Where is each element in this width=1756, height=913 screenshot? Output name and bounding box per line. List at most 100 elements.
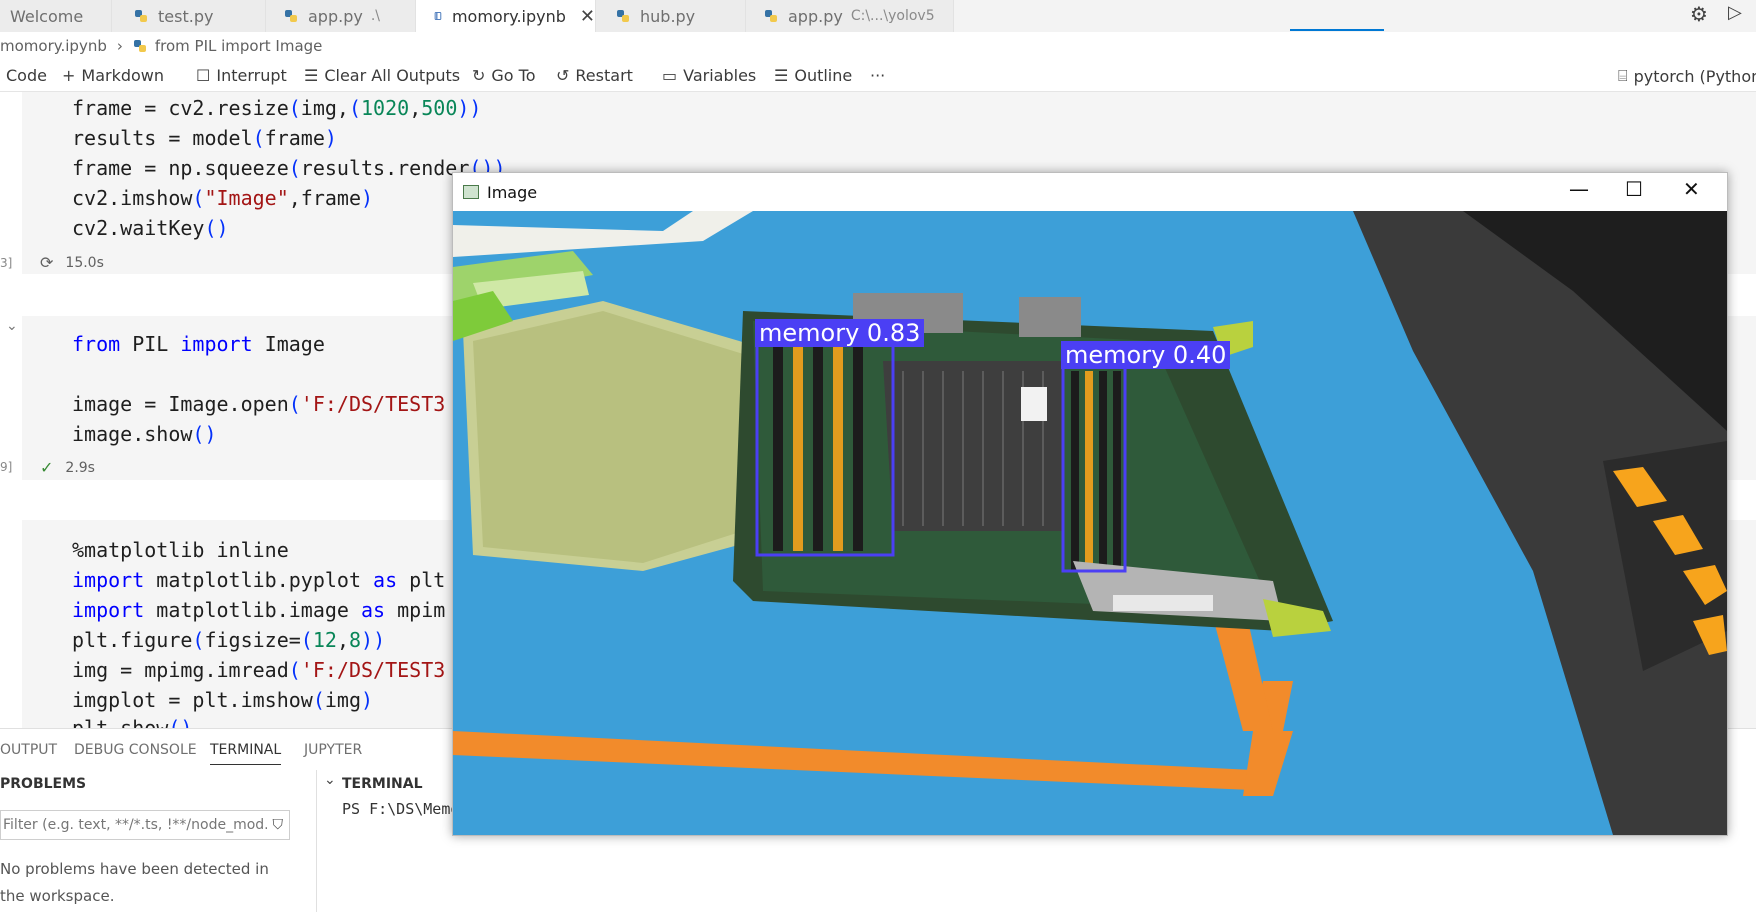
go-to-label: Go To bbox=[491, 66, 536, 85]
code-line: img = mpimg.imread('F:/DS/TEST3 bbox=[72, 658, 446, 682]
go-to-button[interactable]: ↻ Go To bbox=[472, 66, 536, 85]
add-markdown-button[interactable]: + Markdown bbox=[62, 66, 164, 85]
panel-divider bbox=[316, 770, 317, 912]
code-line: cv2.imshow("Image",frame) bbox=[72, 186, 374, 210]
outline-button[interactable]: ☰ Outline bbox=[774, 66, 852, 85]
image-view: memory 0.83 memory 0.40 bbox=[453, 211, 1727, 835]
tab-terminal[interactable]: TERMINAL bbox=[210, 742, 282, 765]
stop-icon: ☐ bbox=[196, 66, 211, 85]
problems-header: PROBLEMS bbox=[0, 776, 87, 792]
minimize-icon[interactable]: — bbox=[1569, 177, 1589, 201]
add-markdown-label: Markdown bbox=[81, 66, 165, 85]
variables-icon: ▭ bbox=[662, 66, 678, 85]
filter-icon[interactable]: ⛉ bbox=[273, 817, 284, 833]
detection-label: memory 0.83 bbox=[755, 319, 925, 347]
outline-icon: ☰ bbox=[774, 66, 789, 85]
python-file-icon bbox=[285, 10, 297, 22]
code-line: import matplotlib.image as mpim bbox=[72, 598, 446, 622]
tab-label: hub.py bbox=[640, 6, 696, 26]
code-line: %matplotlib inline bbox=[72, 538, 289, 562]
code-line: plt.figure(figsize=(12,8)) bbox=[72, 628, 386, 652]
tab-label: app.py bbox=[788, 6, 843, 26]
plus-icon: + bbox=[62, 66, 76, 85]
chevron-down-icon[interactable]: ⌄ bbox=[6, 318, 18, 334]
code-line: imgplot = plt.imshow(img) bbox=[72, 688, 374, 712]
python-file-icon bbox=[617, 10, 629, 22]
kernel-picker[interactable]: ⌸ pytorch (Python bbox=[1618, 66, 1756, 86]
execution-count: 3] bbox=[0, 256, 13, 270]
tab-debug-console[interactable]: DEBUG CONSOLE bbox=[74, 742, 197, 758]
execution-time: 2.9s bbox=[65, 459, 95, 476]
clear-outputs-button[interactable]: ☰ Clear All Outputs bbox=[304, 66, 460, 85]
breadcrumb: momory.ipynb › from PIL import Image bbox=[0, 34, 322, 58]
kernel-label: pytorch (Python bbox=[1633, 66, 1756, 86]
close-icon[interactable]: ✕ bbox=[580, 6, 595, 27]
tab-label: momory.ipynb bbox=[451, 6, 566, 26]
tab-test-py[interactable]: test.py bbox=[112, 0, 266, 32]
restart-label: Restart bbox=[575, 66, 633, 85]
tab-description: C:\...\yolov5 bbox=[850, 8, 935, 24]
detection-score: 0.40 bbox=[1172, 341, 1227, 369]
active-indicator bbox=[1290, 29, 1384, 31]
notebook-file-icon bbox=[434, 12, 442, 20]
tab-jupyter[interactable]: JUPYTER bbox=[304, 742, 362, 758]
more-actions-button[interactable]: ··· bbox=[870, 66, 885, 85]
tab-app-py-yolov5[interactable]: app.py C:\...\yolov5 bbox=[746, 0, 954, 32]
tab-app-py[interactable]: app.py .\ bbox=[266, 0, 416, 32]
refresh-icon: ⟳ bbox=[40, 253, 54, 272]
code-line: plt.show() bbox=[72, 716, 193, 728]
cell-status: ✓ 2.9s bbox=[40, 458, 95, 477]
restart-icon: ↺ bbox=[556, 66, 570, 85]
detection-class: memory bbox=[1065, 341, 1166, 369]
interrupt-label: Interrupt bbox=[216, 66, 287, 85]
code-line: image = Image.open('F:/DS/TEST3 bbox=[72, 392, 446, 416]
cell-status: ⟳ 15.0s bbox=[40, 253, 104, 272]
image-window-titlebar[interactable]: Image — ☐ ✕ bbox=[453, 173, 1727, 211]
variables-label: Variables bbox=[683, 66, 757, 85]
breadcrumb-file[interactable]: momory.ipynb bbox=[0, 37, 107, 55]
variables-button[interactable]: ▭ Variables bbox=[662, 66, 756, 85]
more-icon: ··· bbox=[870, 66, 886, 85]
code-line: image.show() bbox=[72, 422, 217, 446]
notebook-toolbar: Code + Markdown ☐ Interrupt ☰ Clear All Out… bbox=[0, 60, 1756, 92]
tab-momory-ipynb[interactable]: momory.ipynb ✕ bbox=[416, 0, 596, 32]
execution-time: 15.0s bbox=[65, 254, 104, 271]
close-icon[interactable]: ✕ bbox=[1683, 177, 1700, 201]
filter-placeholder: Filter (e.g. text, **/*.ts, !**/node_mod… bbox=[3, 817, 267, 833]
tab-welcome[interactable]: Welcome bbox=[0, 0, 112, 32]
code-line: frame = cv2.resize(img,(1020,500)) bbox=[72, 96, 482, 120]
terminal-header: TERMINAL bbox=[342, 776, 423, 792]
chevron-down-icon[interactable]: ⌄ bbox=[324, 772, 336, 788]
detection-photo bbox=[453, 211, 1727, 835]
code-line: cv2.waitKey() bbox=[72, 216, 229, 240]
tab-hub-py[interactable]: hub.py bbox=[596, 0, 746, 32]
kernel-icon: ⌸ bbox=[1618, 66, 1628, 85]
tab-output[interactable]: OUTPUT bbox=[0, 742, 57, 758]
maximize-icon[interactable]: ☐ bbox=[1625, 177, 1643, 201]
clear-outputs-label: Clear All Outputs bbox=[324, 66, 461, 85]
interrupt-button[interactable]: ☐ Interrupt bbox=[196, 66, 287, 85]
clear-all-icon: ☰ bbox=[304, 66, 319, 85]
run-icon[interactable]: ▷ bbox=[1728, 2, 1742, 23]
no-problems-message: No problems have been detected in the wo… bbox=[0, 860, 269, 905]
problems-filter-input[interactable]: Filter (e.g. text, **/*.ts, !**/node_mod… bbox=[0, 810, 290, 840]
editor-tab-bar: Welcome test.py app.py .\ momory.ipynb ✕… bbox=[0, 0, 1756, 32]
terminal-prompt[interactable]: PS F:\DS\Memo bbox=[342, 800, 459, 818]
detection-class: memory bbox=[759, 319, 860, 347]
check-icon: ✓ bbox=[40, 458, 54, 477]
image-window[interactable]: Image — ☐ ✕ memory 0.83 memory 0.40 bbox=[452, 172, 1728, 836]
execution-count: 9] bbox=[0, 460, 13, 474]
detection-label: memory 0.40 bbox=[1061, 341, 1231, 369]
window-app-icon bbox=[463, 185, 479, 199]
add-code-label: Code bbox=[6, 66, 47, 85]
outline-label: Outline bbox=[794, 66, 853, 85]
add-code-button[interactable]: Code bbox=[6, 66, 47, 85]
code-line: import matplotlib.pyplot as plt bbox=[72, 568, 446, 592]
restart-button[interactable]: ↺ Restart bbox=[556, 66, 633, 85]
go-to-icon: ↻ bbox=[472, 66, 486, 85]
gear-icon[interactable]: ⚙ bbox=[1690, 2, 1708, 26]
chevron-right-icon: › bbox=[116, 37, 123, 55]
breadcrumb-symbol[interactable]: from PIL import Image bbox=[155, 37, 323, 55]
code-line: frame = np.squeeze(results.render()) bbox=[72, 156, 506, 180]
code-line: results = model(frame) bbox=[72, 126, 337, 150]
